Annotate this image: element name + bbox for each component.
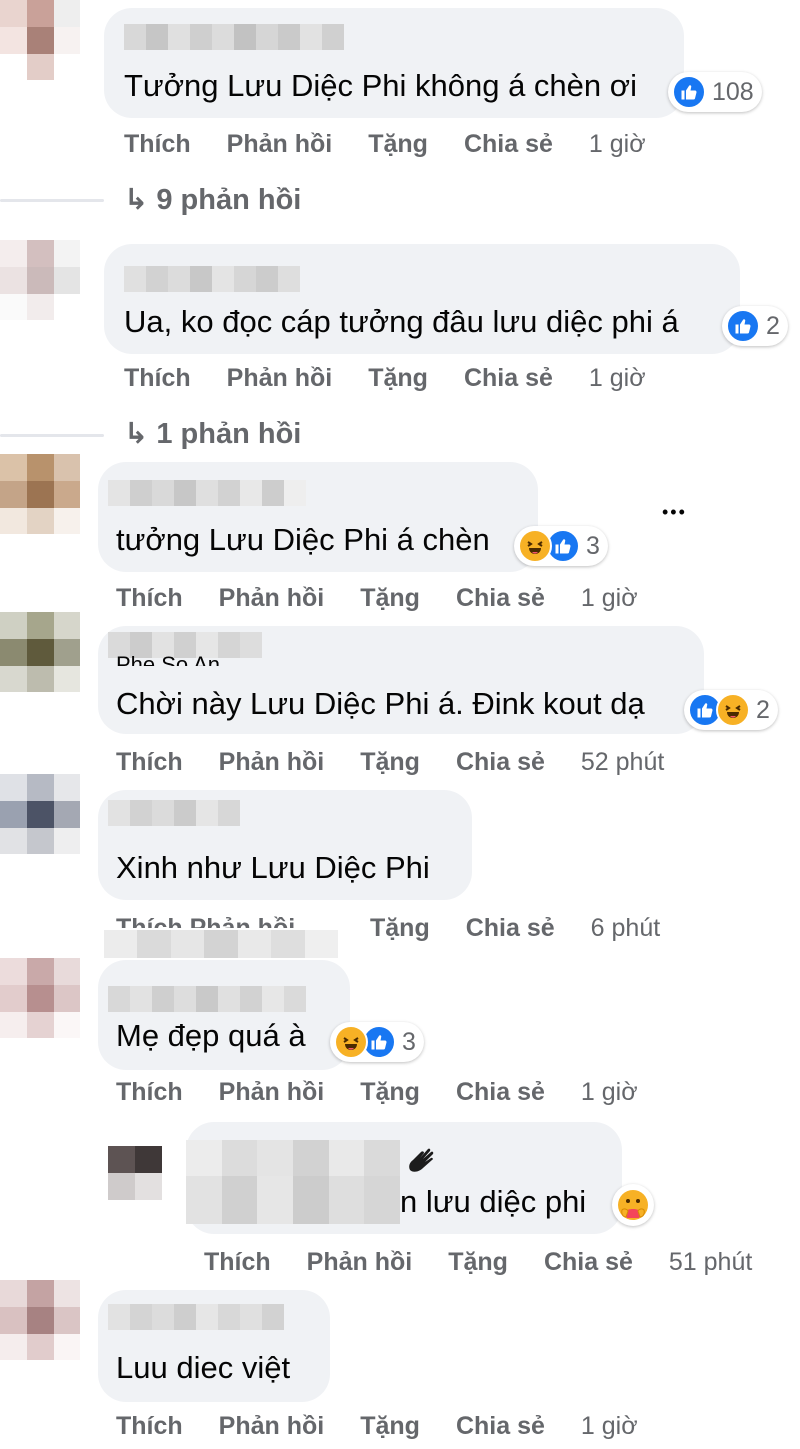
- comment-text: Xinh như Lưu Diệc Phi: [116, 850, 430, 885]
- view-replies-link[interactable]: ↳ 9 phản hồi: [124, 182, 301, 217]
- reaction-count: 2: [756, 695, 770, 724]
- gift-button[interactable]: Tặng: [368, 364, 428, 393]
- share-button[interactable]: Chia sẻ: [466, 914, 555, 943]
- comment-actions: Thích Phản hồi Tặng Chia sẻ 1 giờ: [116, 1078, 638, 1107]
- reaction-count: 108: [712, 77, 754, 106]
- share-button[interactable]: Chia sẻ: [544, 1248, 633, 1277]
- commenter-name-blurred[interactable]: [108, 986, 306, 1012]
- avatar[interactable]: [0, 1280, 80, 1360]
- timestamp[interactable]: 1 giờ: [581, 1412, 638, 1441]
- timestamp[interactable]: 1 giờ: [581, 1078, 638, 1107]
- commenter-name-blurred[interactable]: [108, 800, 240, 826]
- comment-actions: Thích Phản hồi Tặng Chia sẻ 1 giờ: [116, 1412, 638, 1441]
- gift-button[interactable]: Tặng: [368, 130, 428, 159]
- reply-button[interactable]: Phản hồi: [227, 364, 333, 393]
- thread-line: [0, 434, 104, 437]
- share-button[interactable]: Chia sẻ: [464, 130, 553, 159]
- reply-arrow-icon: ↳: [124, 418, 157, 450]
- commenter-name-blurred[interactable]: [124, 266, 300, 292]
- gift-button[interactable]: Tặng: [370, 914, 430, 943]
- comment-text: n lưu diệc phi: [400, 1184, 587, 1219]
- reply-button[interactable]: Phản hồi: [219, 748, 325, 777]
- reply-button[interactable]: Phản hồi: [219, 1412, 325, 1441]
- timestamp[interactable]: 51 phút: [669, 1248, 752, 1277]
- avatar[interactable]: [0, 958, 80, 1038]
- share-button[interactable]: Chia sẻ: [456, 584, 545, 613]
- avatar[interactable]: [0, 454, 80, 534]
- gift-button[interactable]: Tặng: [360, 1078, 420, 1107]
- reply-button[interactable]: Phản hồi: [219, 584, 325, 613]
- comment-text: Mẹ đẹp quá à: [116, 1018, 306, 1053]
- like-icon: [726, 309, 760, 343]
- reply-button[interactable]: Phản hồi: [307, 1248, 413, 1277]
- comment-actions: Thích Phản hồi Tặng Chia sẻ 51 phút: [204, 1248, 752, 1277]
- reaction-summary[interactable]: 2: [722, 306, 788, 346]
- comment-actions: Thích Phản hồi Tặng Chia sẻ 1 giờ: [124, 130, 646, 159]
- like-button[interactable]: Thích: [124, 130, 191, 159]
- commenter-name-blurred[interactable]: [124, 24, 344, 50]
- timestamp[interactable]: 1 giờ: [589, 364, 646, 393]
- gift-button[interactable]: Tặng: [360, 1412, 420, 1441]
- share-button[interactable]: Chia sẻ: [456, 748, 545, 777]
- like-button[interactable]: Thích: [116, 1412, 183, 1441]
- haha-icon: [716, 693, 750, 727]
- wave-icon: [404, 1144, 440, 1178]
- thread-line: [0, 199, 104, 202]
- commenter-name-blurred[interactable]: [108, 480, 306, 506]
- haha-icon: [334, 1025, 368, 1059]
- haha-icon: [518, 529, 552, 563]
- comment-text: Ua, ko đọc cáp tưởng đâu lưu diệc phi á: [124, 304, 679, 339]
- more-dots-icon[interactable]: •••: [662, 502, 687, 523]
- share-button[interactable]: Chia sẻ: [456, 1412, 545, 1441]
- commenter-name-blurred[interactable]: [108, 1304, 284, 1330]
- avatar[interactable]: [0, 774, 80, 854]
- comment-actions: Thích Phản hồi Tặng Chia sẻ 1 giờ: [116, 584, 638, 613]
- like-icon: [672, 75, 706, 109]
- reaction-count: 2: [766, 311, 780, 340]
- avatar[interactable]: [0, 240, 80, 320]
- reaction-count: 3: [586, 531, 600, 560]
- comment-actions: Thích Phản hồi Tặng Chia sẻ 1 giờ: [124, 364, 646, 393]
- share-button[interactable]: Chia sẻ: [464, 364, 553, 393]
- gift-button[interactable]: Tặng: [360, 584, 420, 613]
- gift-button[interactable]: Tặng: [448, 1248, 508, 1277]
- comment-text: Chời này Lưu Diệc Phi á. Đink kout dạ: [116, 686, 645, 721]
- reply-button[interactable]: Phản hồi: [227, 130, 333, 159]
- timestamp[interactable]: 1 giờ: [589, 130, 646, 159]
- timestamp[interactable]: 52 phút: [581, 748, 664, 777]
- share-button[interactable]: Chia sẻ: [456, 1078, 545, 1107]
- comment-text: Luu diec việt: [116, 1350, 291, 1385]
- like-button[interactable]: Thích: [124, 364, 191, 393]
- reaction-summary[interactable]: 2: [684, 690, 778, 730]
- care-icon[interactable]: [612, 1184, 654, 1226]
- avatar[interactable]: [108, 1146, 162, 1200]
- like-button[interactable]: Thích: [204, 1248, 271, 1277]
- like-button[interactable]: Thích: [116, 1078, 183, 1107]
- like-button[interactable]: Thích: [116, 584, 183, 613]
- reaction-count: 3: [402, 1027, 416, 1056]
- gift-button[interactable]: Tặng: [360, 748, 420, 777]
- reaction-summary[interactable]: 3: [330, 1022, 424, 1062]
- partial-actions-obscured[interactable]: Thích Phản hồi: [116, 914, 334, 928]
- reply-button[interactable]: Phản hồi: [219, 1078, 325, 1107]
- timestamp[interactable]: 6 phút: [591, 914, 661, 943]
- timestamp[interactable]: 1 giờ: [581, 584, 638, 613]
- view-replies-link[interactable]: ↳ 1 phản hồi: [124, 416, 301, 451]
- reaction-summary[interactable]: 3: [514, 526, 608, 566]
- comment-text: tưởng Lưu Diệc Phi á chèn: [116, 522, 490, 557]
- blur-overlay: [186, 1140, 401, 1224]
- comment-text: Tưởng Lưu Diệc Phi không á chèn ơi: [124, 68, 637, 103]
- blur-overlay: [104, 930, 338, 958]
- avatar[interactable]: [0, 612, 80, 692]
- avatar[interactable]: [0, 0, 80, 80]
- like-button[interactable]: Thích: [116, 748, 183, 777]
- reaction-summary[interactable]: 108: [668, 72, 762, 112]
- reply-arrow-icon: ↳: [124, 184, 157, 216]
- comment-actions: Thích Phản hồi Tặng Chia sẻ 52 phút: [116, 748, 664, 777]
- commenter-name[interactable]: Phe So An: [116, 654, 220, 666]
